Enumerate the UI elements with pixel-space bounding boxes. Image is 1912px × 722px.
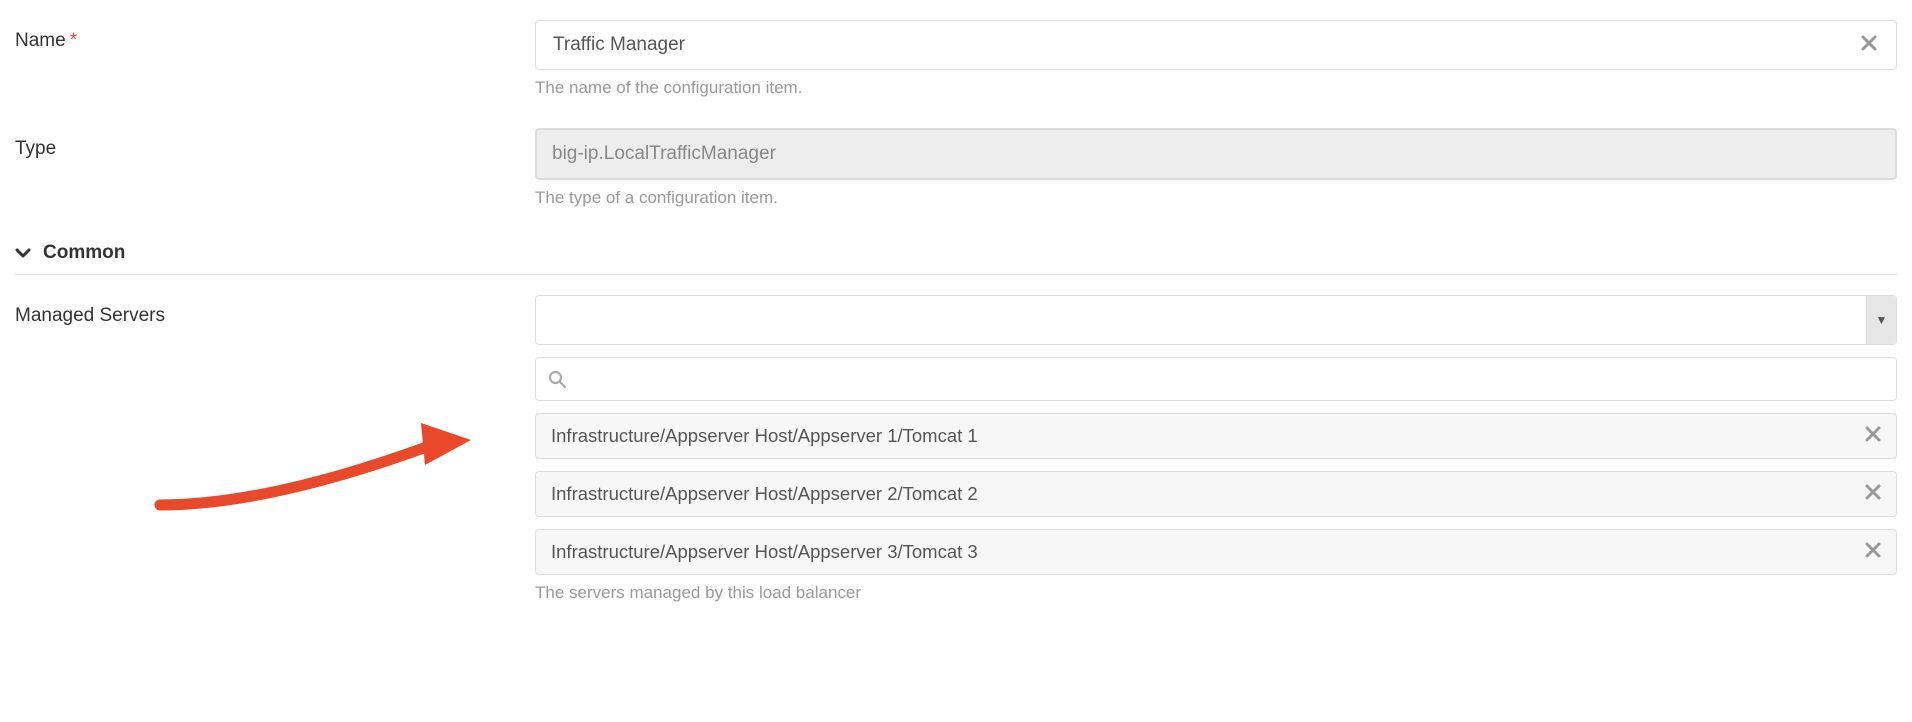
type-readonly-field: big-ip.LocalTrafficManager — [535, 128, 1897, 180]
type-label: Type — [15, 128, 535, 160]
list-item[interactable]: Infrastructure/Appserver Host/Appserver … — [535, 471, 1897, 517]
remove-item-icon[interactable] — [1865, 483, 1881, 506]
managed-servers-search-input[interactable] — [574, 368, 1884, 391]
name-input[interactable] — [551, 33, 1857, 57]
name-input-wrap[interactable] — [535, 20, 1897, 70]
section-title: Common — [43, 242, 125, 264]
name-help-text: The name of the configuration item. — [535, 78, 1897, 98]
managed-servers-help-text: The servers managed by this load balance… — [535, 583, 1897, 603]
annotation-arrow — [145, 415, 485, 525]
remove-item-icon[interactable] — [1865, 541, 1881, 564]
clear-name-icon[interactable] — [1857, 34, 1881, 57]
type-help-text: The type of a configuration item. — [535, 188, 1897, 208]
managed-servers-select[interactable]: ▼ — [535, 295, 1897, 345]
remove-item-icon[interactable] — [1865, 425, 1881, 448]
managed-server-path: Infrastructure/Appserver Host/Appserver … — [551, 425, 978, 447]
chevron-down-icon — [15, 245, 31, 261]
managed-servers-label: Managed Servers — [15, 295, 535, 327]
list-item[interactable]: Infrastructure/Appserver Host/Appserver … — [535, 529, 1897, 575]
managed-server-path: Infrastructure/Appserver Host/Appserver … — [551, 483, 978, 505]
managed-servers-search-wrap[interactable] — [535, 357, 1897, 401]
name-label: Name* — [15, 20, 535, 52]
managed-server-path: Infrastructure/Appserver Host/Appserver … — [551, 541, 978, 563]
section-common-toggle[interactable]: Common — [15, 238, 1897, 275]
search-icon — [548, 370, 566, 388]
list-item[interactable]: Infrastructure/Appserver Host/Appserver … — [535, 413, 1897, 459]
select-arrow-icon[interactable]: ▼ — [1866, 296, 1896, 344]
required-asterisk: * — [70, 30, 77, 51]
